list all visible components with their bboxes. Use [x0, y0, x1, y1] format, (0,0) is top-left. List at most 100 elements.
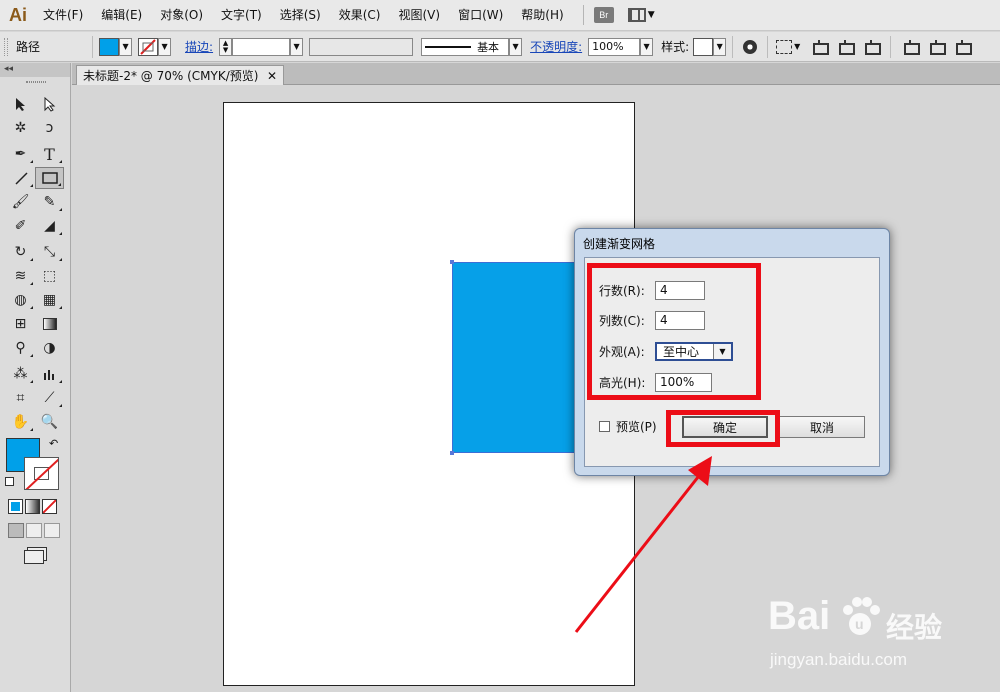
- gradient-tool[interactable]: [35, 313, 64, 335]
- menu-file[interactable]: 文件(F): [34, 0, 92, 31]
- hand-tool[interactable]: ✋: [6, 411, 35, 433]
- stroke-profile-label: 基本: [477, 40, 500, 54]
- no-stroke-icon: [140, 38, 156, 55]
- none-mode-icon[interactable]: [42, 499, 57, 514]
- rectangle-icon: [41, 172, 58, 184]
- menu-window[interactable]: 窗口(W): [449, 0, 512, 31]
- preview-checkbox-row[interactable]: 预览(P): [599, 418, 657, 435]
- draw-normal-icon[interactable]: [8, 523, 24, 538]
- menu-select[interactable]: 选择(S): [271, 0, 330, 31]
- grid-layout-icon: [627, 8, 646, 22]
- blend-tool[interactable]: ◑: [35, 337, 64, 359]
- stroke-dropdown-arrow[interactable]: ▼: [158, 37, 172, 56]
- variable-width-dropdown[interactable]: [309, 37, 414, 56]
- stroke-weight-stepper[interactable]: ▲ ▼: [219, 37, 233, 56]
- eraser-tool[interactable]: ◢: [35, 215, 64, 237]
- graphic-style-swatch[interactable]: [693, 37, 714, 56]
- selection-handle[interactable]: [450, 451, 454, 455]
- document-tab[interactable]: 未标题-2* @ 70% (CMYK/预览) ✕: [76, 65, 284, 85]
- eyedropper-tool[interactable]: ⚲: [6, 337, 35, 359]
- tools-panel-header[interactable]: ◂◂: [0, 63, 70, 77]
- fill-color-swatch[interactable]: [99, 37, 120, 56]
- menu-help[interactable]: 帮助(H): [512, 0, 572, 31]
- divider: [890, 35, 892, 58]
- symbol-sprayer-tool[interactable]: ⁂: [6, 363, 35, 385]
- close-icon[interactable]: ✕: [267, 69, 277, 83]
- opacity-dropdown[interactable]: ▼: [640, 37, 654, 56]
- preview-checkbox[interactable]: [599, 421, 610, 432]
- stroke-swatch[interactable]: [24, 457, 59, 490]
- arrange-documents-button[interactable]: ▼: [627, 8, 655, 22]
- zoom-tool[interactable]: 🔍: [35, 411, 64, 433]
- scale-icon: ⤡: [43, 244, 56, 260]
- shape-builder-tool[interactable]: ◍: [6, 289, 35, 311]
- artboard-icon: ⌗: [16, 390, 25, 406]
- rectangle-tool[interactable]: [35, 167, 64, 189]
- free-transform-tool[interactable]: ⬚: [35, 265, 64, 287]
- stroke-panel-link[interactable]: 描边:: [185, 38, 213, 55]
- gradient-mode-icon[interactable]: [25, 499, 40, 514]
- brush-definition-dropdown[interactable]: 基本: [421, 37, 510, 56]
- annotation-highlight-ok: [666, 410, 780, 447]
- opacity-input[interactable]: 100%: [588, 37, 641, 56]
- perspective-grid-tool[interactable]: ▦: [35, 289, 64, 311]
- align-horizontal-center-icon[interactable]: [837, 39, 856, 55]
- direct-selection-arrow-icon: [44, 96, 55, 112]
- stroke-color-swatch[interactable]: [138, 37, 159, 56]
- brush-dropdown-arrow[interactable]: ▼: [509, 37, 523, 56]
- mesh-tool[interactable]: ⊞: [6, 313, 35, 335]
- type-tool[interactable]: T: [35, 143, 64, 165]
- artboard-tool[interactable]: ⌗: [6, 387, 35, 409]
- menu-view[interactable]: 视图(V): [389, 0, 449, 31]
- menu-object[interactable]: 对象(O): [151, 0, 212, 31]
- baidu-watermark: Bai u 经验 jingyan.baidu.com: [768, 588, 948, 678]
- watermark-brand-cn: 经验: [886, 611, 943, 644]
- stroke-weight-dropdown[interactable]: ▼: [290, 37, 304, 56]
- menu-edit[interactable]: 编辑(E): [92, 0, 151, 31]
- scale-tool[interactable]: ⤡: [35, 241, 64, 263]
- draw-behind-icon[interactable]: [26, 523, 42, 538]
- stroke-weight-input[interactable]: [232, 37, 291, 56]
- color-mode-icon[interactable]: [8, 499, 23, 514]
- align-left-icon[interactable]: [811, 39, 830, 55]
- selection-handle[interactable]: [450, 260, 454, 264]
- align-top-icon[interactable]: [902, 39, 921, 55]
- fill-dropdown-arrow[interactable]: ▼: [119, 37, 133, 56]
- eyedropper-icon: ⚲: [15, 340, 26, 356]
- menu-effect[interactable]: 效果(C): [330, 0, 390, 31]
- pencil-tool[interactable]: ✎: [35, 191, 64, 213]
- opacity-panel-link[interactable]: 不透明度:: [530, 38, 582, 55]
- cancel-button[interactable]: 取消: [779, 416, 865, 438]
- panel-grip[interactable]: [26, 81, 46, 83]
- slice-tool[interactable]: ⟋: [35, 387, 64, 409]
- chevron-down-icon[interactable]: ▼: [794, 42, 800, 51]
- transform-icon[interactable]: [776, 39, 793, 54]
- shape-builder-icon: ◍: [14, 292, 27, 308]
- lasso-tool[interactable]: ↄ: [35, 117, 64, 139]
- swap-fill-stroke-icon[interactable]: ↶: [49, 437, 58, 450]
- paintbrush-tool[interactable]: 🖌: [6, 191, 35, 213]
- align-right-icon[interactable]: [863, 39, 882, 55]
- align-vertical-center-icon[interactable]: [928, 39, 947, 55]
- graphic-style-dropdown[interactable]: ▼: [713, 37, 727, 56]
- direct-selection-tool[interactable]: [35, 93, 64, 115]
- default-fill-stroke-icon[interactable]: [5, 477, 14, 486]
- align-bottom-icon[interactable]: [954, 39, 973, 55]
- line-segment-tool[interactable]: [6, 167, 35, 189]
- rotate-tool[interactable]: ↻: [6, 241, 35, 263]
- column-graph-tool[interactable]: [35, 363, 64, 385]
- bridge-button[interactable]: Br: [593, 7, 614, 23]
- dialog-title: 创建渐变网格: [583, 237, 656, 251]
- warp-icon: ≋: [14, 268, 27, 284]
- draw-inside-icon[interactable]: [44, 523, 60, 538]
- recolor-artwork-icon[interactable]: [743, 39, 758, 54]
- panel-grip[interactable]: [4, 37, 8, 56]
- blob-brush-tool[interactable]: ✐: [6, 215, 35, 237]
- menu-type[interactable]: 文字(T): [212, 0, 271, 31]
- selection-tool[interactable]: [6, 93, 35, 115]
- watermark-url: jingyan.baidu.com: [770, 650, 908, 669]
- warp-tool[interactable]: ≋: [6, 265, 35, 287]
- screen-mode-icon[interactable]: [24, 550, 44, 564]
- magic-wand-tool[interactable]: ✲: [6, 117, 35, 139]
- pen-tool[interactable]: ✒: [6, 143, 35, 165]
